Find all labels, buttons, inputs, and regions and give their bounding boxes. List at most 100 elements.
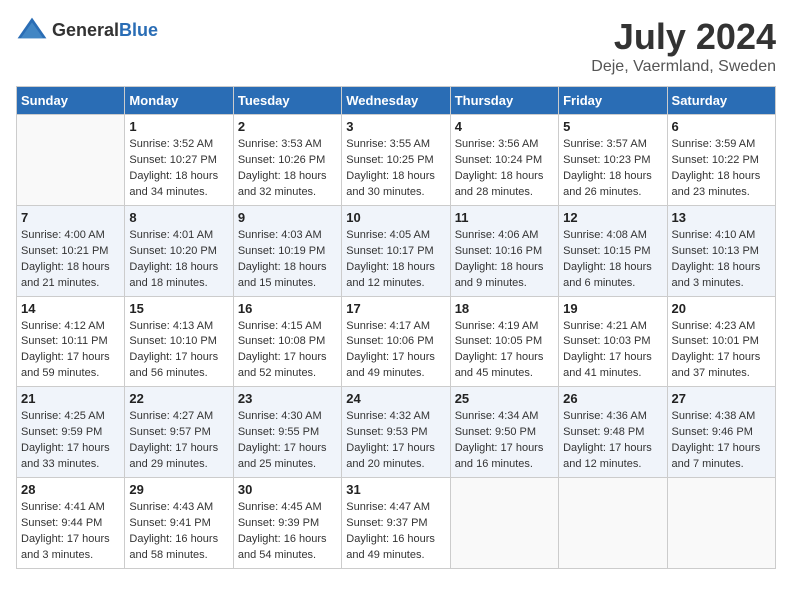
day-info: Sunrise: 4:36 AMSunset: 9:48 PMDaylight:… <box>563 409 662 473</box>
header-day-tuesday: Tuesday <box>233 87 341 115</box>
calendar-cell: 29 Sunrise: 4:43 AMSunset: 9:41 PMDayligh… <box>125 478 233 569</box>
calendar-cell: 31 Sunrise: 4:47 AMSunset: 9:37 PMDayligh… <box>342 478 450 569</box>
day-number: 13 <box>672 210 771 225</box>
day-number: 24 <box>346 391 445 406</box>
header-day-friday: Friday <box>559 87 667 115</box>
calendar-table: SundayMondayTuesdayWednesdayThursdayFrid… <box>16 86 776 569</box>
header-day-thursday: Thursday <box>450 87 558 115</box>
calendar-cell: 15 Sunrise: 4:13 AMSunset: 10:10 PMDaylig… <box>125 296 233 387</box>
day-number: 3 <box>346 119 445 134</box>
calendar-cell: 3 Sunrise: 3:55 AMSunset: 10:25 PMDayligh… <box>342 115 450 206</box>
calendar-cell: 14 Sunrise: 4:12 AMSunset: 10:11 PMDaylig… <box>17 296 125 387</box>
day-info: Sunrise: 4:27 AMSunset: 9:57 PMDaylight:… <box>129 409 228 473</box>
calendar-cell: 28 Sunrise: 4:41 AMSunset: 9:44 PMDayligh… <box>17 478 125 569</box>
header-day-sunday: Sunday <box>17 87 125 115</box>
calendar-cell <box>667 478 775 569</box>
logo-icon <box>16 16 48 44</box>
calendar-cell: 8 Sunrise: 4:01 AMSunset: 10:20 PMDayligh… <box>125 205 233 296</box>
calendar-cell: 16Sunrise: 4:15 AMSunset: 10:08 PMDaylig… <box>233 296 341 387</box>
day-info: Sunrise: 4:17 AMSunset: 10:06 PMDaylight… <box>346 319 445 383</box>
day-info: Sunrise: 4:43 AMSunset: 9:41 PMDaylight:… <box>129 500 228 564</box>
day-info: Sunrise: 4:23 AMSunset: 10:01 PMDaylight… <box>672 319 771 383</box>
day-info: Sunrise: 3:55 AMSunset: 10:25 PMDaylight… <box>346 137 445 201</box>
day-number: 30 <box>238 482 337 497</box>
day-number: 25 <box>455 391 554 406</box>
week-row-4: 21 Sunrise: 4:25 AMSunset: 9:59 PMDayligh… <box>17 387 776 478</box>
day-info: Sunrise: 3:53 AMSunset: 10:26 PMDaylight… <box>238 137 337 201</box>
day-number: 18 <box>455 301 554 316</box>
day-number: 8 <box>129 210 228 225</box>
day-info: Sunrise: 3:56 AMSunset: 10:24 PMDaylight… <box>455 137 554 201</box>
day-info: Sunrise: 4:21 AMSunset: 10:03 PMDaylight… <box>563 319 662 383</box>
calendar-cell: 7Sunrise: 4:00 AMSunset: 10:21 PMDayligh… <box>17 205 125 296</box>
calendar-cell <box>559 478 667 569</box>
header-day-monday: Monday <box>125 87 233 115</box>
calendar-cell: 17 Sunrise: 4:17 AMSunset: 10:06 PMDaylig… <box>342 296 450 387</box>
week-row-5: 28 Sunrise: 4:41 AMSunset: 9:44 PMDayligh… <box>17 478 776 569</box>
calendar-cell: 6Sunrise: 3:59 AMSunset: 10:22 PMDayligh… <box>667 115 775 206</box>
month-title: July 2024 <box>591 16 776 58</box>
day-info: Sunrise: 4:06 AMSunset: 10:16 PMDaylight… <box>455 228 554 292</box>
day-info: Sunrise: 3:52 AMSunset: 10:27 PMDaylight… <box>129 137 228 201</box>
calendar-cell: 30 Sunrise: 4:45 AMSunset: 9:39 PMDayligh… <box>233 478 341 569</box>
day-number: 15 <box>129 301 228 316</box>
day-number: 11 <box>455 210 554 225</box>
calendar-cell: 23Sunrise: 4:30 AMSunset: 9:55 PMDayligh… <box>233 387 341 478</box>
week-row-1: 1Sunrise: 3:52 AMSunset: 10:27 PMDayligh… <box>17 115 776 206</box>
day-number: 27 <box>672 391 771 406</box>
day-number: 9 <box>238 210 337 225</box>
calendar-cell: 10Sunrise: 4:05 AMSunset: 10:17 PMDaylig… <box>342 205 450 296</box>
calendar-cell: 9 Sunrise: 4:03 AMSunset: 10:19 PMDayligh… <box>233 205 341 296</box>
day-info: Sunrise: 4:38 AMSunset: 9:46 PMDaylight:… <box>672 409 771 473</box>
day-info: Sunrise: 4:08 AMSunset: 10:15 PMDaylight… <box>563 228 662 292</box>
day-number: 28 <box>21 482 120 497</box>
header-day-wednesday: Wednesday <box>342 87 450 115</box>
day-number: 26 <box>563 391 662 406</box>
day-info: Sunrise: 4:13 AMSunset: 10:10 PMDaylight… <box>129 319 228 383</box>
day-number: 19 <box>563 301 662 316</box>
day-number: 12 <box>563 210 662 225</box>
day-number: 22 <box>129 391 228 406</box>
day-number: 17 <box>346 301 445 316</box>
day-info: Sunrise: 4:41 AMSunset: 9:44 PMDaylight:… <box>21 500 120 564</box>
calendar-cell: 25 Sunrise: 4:34 AMSunset: 9:50 PMDayligh… <box>450 387 558 478</box>
calendar-cell: 21 Sunrise: 4:25 AMSunset: 9:59 PMDayligh… <box>17 387 125 478</box>
header-day-saturday: Saturday <box>667 87 775 115</box>
day-info: Sunrise: 3:57 AMSunset: 10:23 PMDaylight… <box>563 137 662 201</box>
day-info: Sunrise: 4:00 AMSunset: 10:21 PMDaylight… <box>21 228 120 292</box>
calendar-cell: 24 Sunrise: 4:32 AMSunset: 9:53 PMDayligh… <box>342 387 450 478</box>
calendar-header-row: SundayMondayTuesdayWednesdayThursdayFrid… <box>17 87 776 115</box>
day-info: Sunrise: 4:32 AMSunset: 9:53 PMDaylight:… <box>346 409 445 473</box>
calendar-cell: 2 Sunrise: 3:53 AMSunset: 10:26 PMDayligh… <box>233 115 341 206</box>
day-info: Sunrise: 4:05 AMSunset: 10:17 PMDaylight… <box>346 228 445 292</box>
calendar-cell: 12 Sunrise: 4:08 AMSunset: 10:15 PMDaylig… <box>559 205 667 296</box>
day-number: 14 <box>21 301 120 316</box>
day-number: 2 <box>238 119 337 134</box>
day-info: Sunrise: 4:25 AMSunset: 9:59 PMDaylight:… <box>21 409 120 473</box>
day-info: Sunrise: 4:01 AMSunset: 10:20 PMDaylight… <box>129 228 228 292</box>
calendar-cell: 13Sunrise: 4:10 AMSunset: 10:13 PMDaylig… <box>667 205 775 296</box>
calendar-cell: 27 Sunrise: 4:38 AMSunset: 9:46 PMDayligh… <box>667 387 775 478</box>
logo-general: General <box>52 20 119 40</box>
day-info: Sunrise: 4:12 AMSunset: 10:11 PMDaylight… <box>21 319 120 383</box>
logo-blue: Blue <box>119 20 158 40</box>
day-info: Sunrise: 4:45 AMSunset: 9:39 PMDaylight:… <box>238 500 337 564</box>
calendar-cell <box>450 478 558 569</box>
day-number: 31 <box>346 482 445 497</box>
day-info: Sunrise: 3:59 AMSunset: 10:22 PMDaylight… <box>672 137 771 201</box>
day-number: 29 <box>129 482 228 497</box>
day-number: 21 <box>21 391 120 406</box>
day-number: 20 <box>672 301 771 316</box>
calendar-cell: 18 Sunrise: 4:19 AMSunset: 10:05 PMDaylig… <box>450 296 558 387</box>
calendar-cell: 4Sunrise: 3:56 AMSunset: 10:24 PMDayligh… <box>450 115 558 206</box>
location-title: Deje, Vaermland, Sweden <box>591 58 776 76</box>
day-info: Sunrise: 4:34 AMSunset: 9:50 PMDaylight:… <box>455 409 554 473</box>
day-info: Sunrise: 4:19 AMSunset: 10:05 PMDaylight… <box>455 319 554 383</box>
logo: GeneralBlue <box>16 16 158 44</box>
calendar-cell: 5Sunrise: 3:57 AMSunset: 10:23 PMDayligh… <box>559 115 667 206</box>
calendar-cell: 11 Sunrise: 4:06 AMSunset: 10:16 PMDaylig… <box>450 205 558 296</box>
day-info: Sunrise: 4:15 AMSunset: 10:08 PMDaylight… <box>238 319 337 383</box>
week-row-3: 14 Sunrise: 4:12 AMSunset: 10:11 PMDaylig… <box>17 296 776 387</box>
day-info: Sunrise: 4:03 AMSunset: 10:19 PMDaylight… <box>238 228 337 292</box>
day-info: Sunrise: 4:47 AMSunset: 9:37 PMDaylight:… <box>346 500 445 564</box>
